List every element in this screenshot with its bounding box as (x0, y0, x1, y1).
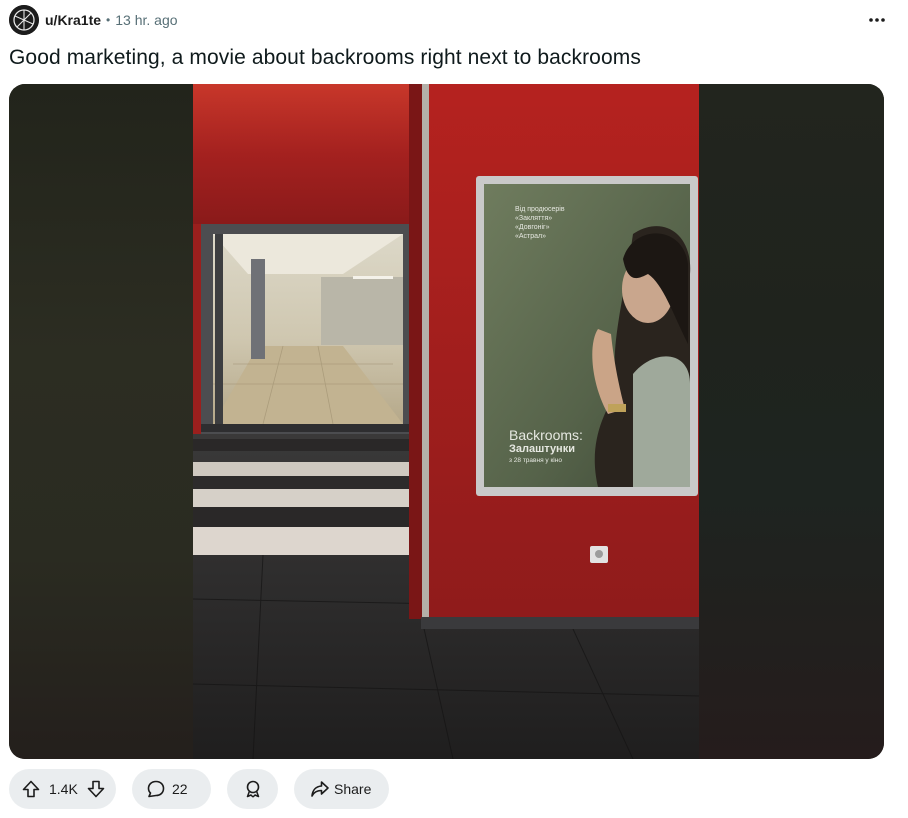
share-label: Share (334, 781, 372, 797)
avatar[interactable] (9, 5, 39, 35)
share-icon (311, 781, 329, 797)
vote-bar: 1.4K (9, 769, 116, 809)
post-timestamp: 13 hr. ago (115, 12, 178, 28)
comments-button[interactable]: 22 (132, 769, 211, 809)
share-button[interactable]: Share (294, 769, 389, 809)
vote-count: 1.4K (49, 781, 78, 797)
award-button[interactable] (227, 769, 278, 809)
poster-credit-line-4: «Астрал» (515, 233, 546, 240)
more-options-button[interactable] (864, 8, 890, 32)
upvote-icon (22, 780, 40, 798)
poster-credit-line-3: «Довгоніг» (515, 223, 550, 231)
username-link[interactable]: u/Kra1te (45, 12, 101, 28)
photo: Від продюсерів «Закляття» «Довгоніг» «Ас… (193, 84, 699, 759)
poster-credit-line-1: Від продюсерів (515, 205, 565, 213)
image-blur-right (699, 84, 884, 759)
poster-credit-line-2: «Закляття» (515, 215, 552, 222)
post-title[interactable]: Good marketing, a movie about backrooms … (9, 46, 641, 70)
downvote-button[interactable] (86, 779, 106, 799)
post-actions: 1.4K 22 Share (9, 769, 389, 809)
downvote-icon (87, 780, 105, 798)
comment-count: 22 (172, 781, 188, 797)
meta-separator: • (106, 13, 111, 27)
award-icon (246, 780, 259, 798)
more-options-icon (869, 18, 885, 22)
poster-film-title: Backrooms: (509, 427, 583, 443)
image-blur-left (9, 84, 193, 759)
avatar-icon (9, 5, 39, 35)
poster-film-subtitle: Залаштунки (509, 443, 575, 455)
post-header: u/Kra1te • 13 hr. ago (9, 5, 890, 35)
upvote-button[interactable] (21, 779, 41, 799)
post-image[interactable]: Від продюсерів «Закляття» «Довгоніг» «Ас… (9, 84, 884, 759)
poster-release-date: з 28 травня у кіно (509, 456, 562, 464)
comment-icon (147, 780, 165, 798)
